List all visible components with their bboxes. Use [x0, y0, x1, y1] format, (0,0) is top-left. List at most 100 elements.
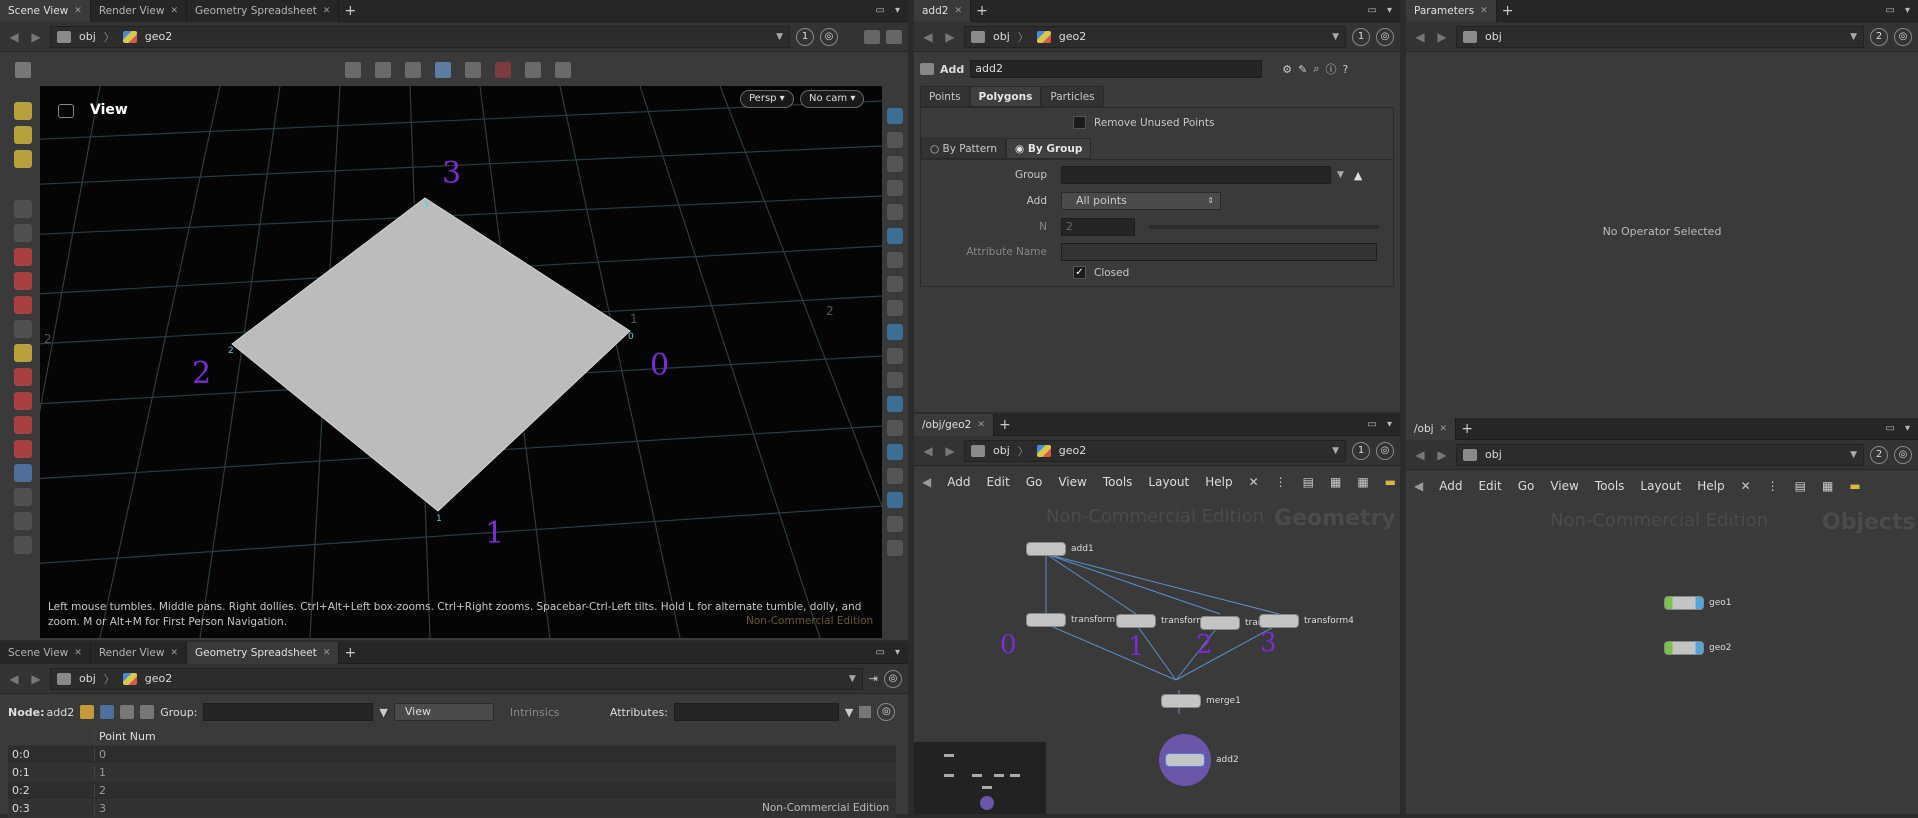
pane-menu-icon[interactable]: ▾: [1905, 423, 1910, 434]
brush-icon[interactable]: ✎: [1298, 63, 1307, 76]
pane-menu-icon[interactable]: ▾: [1905, 5, 1910, 16]
points-mode-icon[interactable]: [100, 705, 115, 719]
tools-icon[interactable]: ✕: [1249, 475, 1259, 489]
menu-view[interactable]: View: [1550, 479, 1578, 493]
menu-add[interactable]: Add: [947, 475, 970, 489]
tab-points[interactable]: Points: [920, 86, 970, 107]
display-icon[interactable]: [887, 420, 903, 436]
pane-layout-icon[interactable]: ▭: [1368, 419, 1377, 430]
display-icon[interactable]: [887, 444, 903, 460]
node-geo2[interactable]: geo2: [1664, 641, 1731, 655]
menu-add[interactable]: Add: [1439, 479, 1462, 493]
link-icon[interactable]: ◎: [1376, 441, 1394, 460]
pane-menu-icon[interactable]: ▾: [1387, 419, 1392, 430]
pane-layout-icon[interactable]: ▭: [1368, 5, 1377, 16]
magnet-icon[interactable]: [14, 440, 32, 458]
path-breadcrumb[interactable]: obj 〉 geo2 ▼: [50, 667, 863, 690]
node-transform2[interactable]: transform2: [1116, 614, 1209, 628]
add-dropdown[interactable]: All points ⇕: [1061, 192, 1221, 210]
3d-viewport[interactable]: View Persp ▾ No cam ▾ 3 2 1 0 3 2 1 0 2 …: [40, 86, 882, 638]
vertices-mode-icon[interactable]: [120, 705, 135, 719]
gear-icon[interactable]: ⚙: [1282, 63, 1292, 76]
display-icon[interactable]: [887, 516, 903, 532]
table-row[interactable]: 0:0 0: [8, 746, 896, 764]
link-icon[interactable]: ◎: [1376, 27, 1394, 46]
note-icon[interactable]: ▬: [1385, 475, 1396, 489]
node-transform4[interactable]: transform4: [1259, 614, 1354, 628]
back-arrow-icon[interactable]: ◀: [920, 30, 936, 44]
display-icon[interactable]: [887, 300, 903, 316]
primitives-mode-icon[interactable]: [140, 705, 155, 719]
tool-icon[interactable]: [14, 416, 32, 434]
tools-icon[interactable]: ✕: [1741, 479, 1751, 493]
pane-menu-icon[interactable]: ▾: [895, 647, 900, 658]
close-icon[interactable]: ✕: [954, 0, 962, 22]
close-icon[interactable]: ✕: [74, 0, 82, 22]
settings-icon[interactable]: [555, 62, 571, 78]
remove-unused-checkbox[interactable]: [1073, 116, 1086, 129]
camera-menu[interactable]: No cam ▾: [800, 90, 865, 108]
select-icon[interactable]: [345, 62, 361, 78]
add-tab-button[interactable]: +: [994, 417, 1016, 433]
add-tab-button[interactable]: +: [1456, 421, 1478, 437]
path-breadcrumb[interactable]: obj ▼: [1456, 443, 1864, 466]
pin-count-badge[interactable]: 1: [1352, 441, 1370, 460]
forward-arrow-icon[interactable]: ▶: [942, 30, 958, 44]
tree-icon[interactable]: ⋮: [1767, 479, 1779, 493]
display-icon[interactable]: [887, 492, 903, 508]
pin-count-badge[interactable]: 2: [1870, 445, 1888, 464]
display-icon[interactable]: [887, 324, 903, 340]
chevron-down-icon[interactable]: ▼: [1337, 170, 1344, 180]
tab-obj[interactable]: /obj ✕: [1406, 418, 1457, 440]
select-arrow-icon[interactable]: ▲: [1354, 169, 1362, 182]
display-options-icon[interactable]: [864, 29, 880, 44]
node-add2[interactable]: add2: [1159, 734, 1239, 786]
pane-icon[interactable]: [886, 29, 902, 44]
camera-icon[interactable]: [465, 62, 481, 78]
chevron-down-icon[interactable]: ▼: [1850, 450, 1857, 460]
close-icon[interactable]: ✕: [74, 642, 82, 664]
menu-tools[interactable]: Tools: [1595, 479, 1625, 493]
link-icon[interactable]: ◎: [1894, 27, 1912, 46]
back-arrow-icon[interactable]: ◀: [6, 30, 22, 44]
polygon-mesh[interactable]: [231, 197, 631, 512]
add-tab-button[interactable]: +: [1497, 3, 1519, 19]
display-icon[interactable]: [887, 204, 903, 220]
grid-icon[interactable]: ▦: [1330, 475, 1341, 489]
menu-help[interactable]: Help: [1205, 475, 1232, 489]
tool-icon[interactable]: [14, 126, 32, 144]
closed-checkbox[interactable]: ✓: [1073, 266, 1086, 279]
tool-icon[interactable]: [14, 248, 32, 266]
table-row[interactable]: 0:2 2: [8, 782, 896, 800]
pane-menu-icon[interactable]: ▾: [895, 5, 900, 16]
node-transform1[interactable]: transform1: [1026, 613, 1121, 627]
back-arrow-icon[interactable]: ◀: [1412, 30, 1428, 44]
pin-icon[interactable]: [859, 706, 872, 718]
node-merge1[interactable]: merge1: [1161, 694, 1241, 708]
grid-icon[interactable]: ▦: [1357, 475, 1368, 489]
view-tool-icon[interactable]: [14, 464, 32, 482]
link-icon[interactable]: ◎: [1894, 445, 1912, 464]
display-icon[interactable]: [887, 372, 903, 388]
grid-dots-icon[interactable]: [15, 62, 31, 78]
tool-icon[interactable]: [14, 488, 32, 506]
tree-icon[interactable]: ⋮: [1275, 475, 1287, 489]
node-add1[interactable]: add1: [1026, 542, 1094, 556]
pane-menu-icon[interactable]: ▾: [1387, 5, 1392, 16]
list-icon[interactable]: ▤: [1303, 475, 1314, 489]
menu-go[interactable]: Go: [1026, 475, 1043, 489]
tab-parameters[interactable]: Parameters ✕: [1406, 0, 1497, 22]
persp-menu[interactable]: Persp ▾: [740, 90, 794, 108]
n-slider[interactable]: [1149, 225, 1379, 229]
forward-arrow-icon[interactable]: ▶: [1434, 448, 1450, 462]
list-icon[interactable]: ▤: [1795, 479, 1806, 493]
forward-arrow-icon[interactable]: ▶: [28, 672, 44, 686]
grid-icon[interactable]: ▦: [1822, 479, 1833, 493]
tab-scene-view[interactable]: Scene View ✕: [0, 642, 91, 664]
forward-arrow-icon[interactable]: ▶: [942, 444, 958, 458]
pin-icon[interactable]: ⇥: [869, 672, 878, 685]
add-tab-button[interactable]: +: [339, 645, 361, 661]
close-icon[interactable]: ✕: [323, 0, 331, 22]
tool-icon[interactable]: [14, 224, 32, 242]
pin-count-badge[interactable]: 1: [796, 27, 814, 46]
